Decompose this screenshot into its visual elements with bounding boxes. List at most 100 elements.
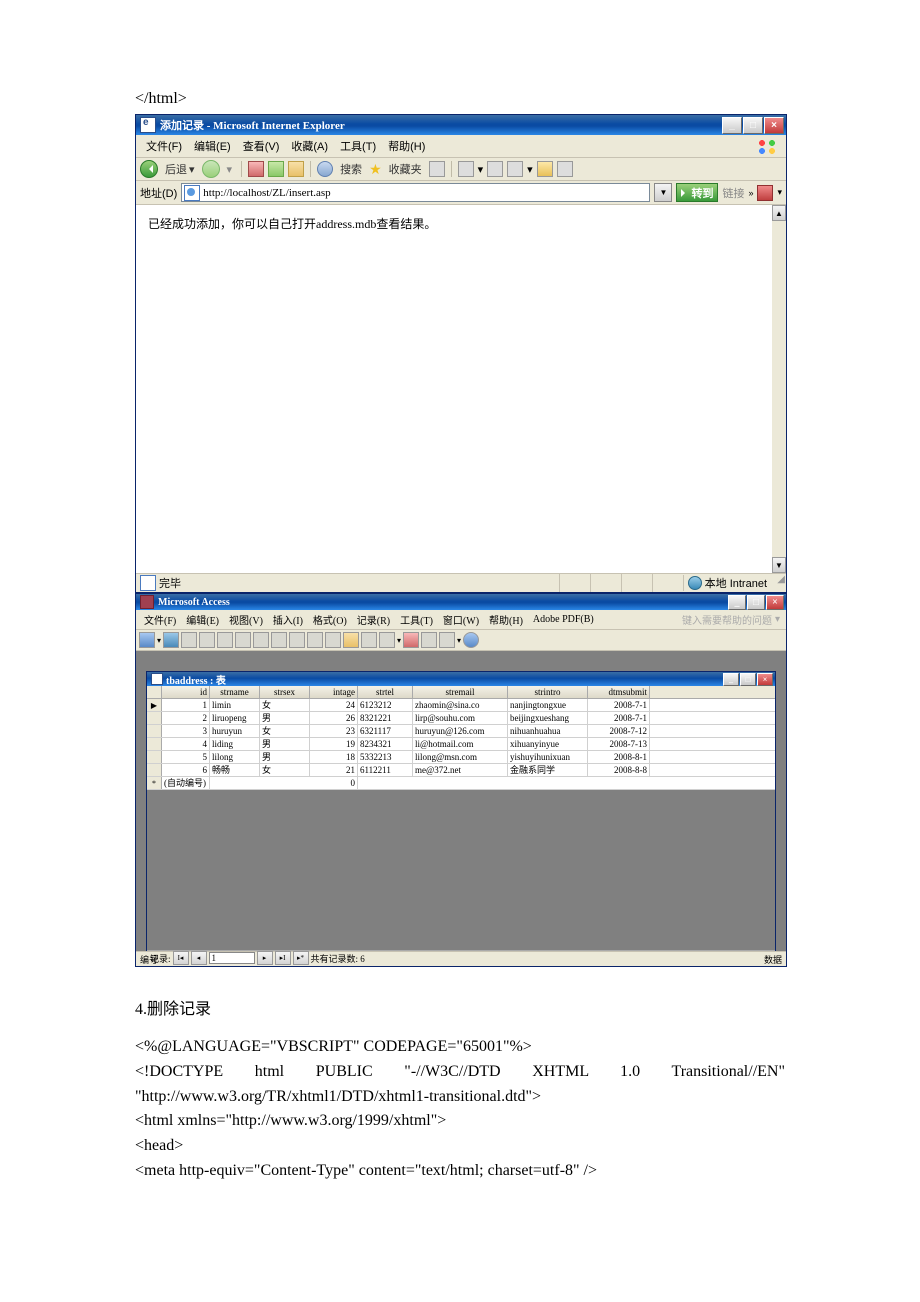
cell-tel[interactable]: 8234321 [358, 738, 413, 750]
table-row[interactable]: 5lilong男185332213lilong@msn.comyishuyihu… [147, 751, 775, 764]
pdf-dropdown-icon[interactable]: ▾ [777, 187, 782, 198]
cell-id[interactable]: 1 [162, 699, 210, 711]
menu-help[interactable]: 帮助(H) [382, 137, 431, 155]
cell-age[interactable]: 23 [310, 725, 358, 737]
row-selector[interactable] [147, 751, 162, 763]
cell-submit[interactable]: 2008-7-13 [588, 738, 650, 750]
print-icon[interactable] [181, 632, 197, 648]
cell-name[interactable]: limin [210, 699, 260, 711]
address-dropdown[interactable]: ▼ [654, 183, 672, 202]
scroll-up-icon[interactable]: ▲ [772, 205, 786, 221]
cell-email[interactable]: me@372.net [413, 764, 508, 776]
col-strtel[interactable]: strtel [358, 686, 413, 698]
row-selector[interactable] [147, 712, 162, 724]
refresh-icon[interactable] [268, 161, 284, 177]
forward-icon[interactable] [202, 160, 220, 178]
home-icon[interactable] [288, 161, 304, 177]
links-label[interactable]: 链接 [722, 185, 744, 201]
ac-menu-file[interactable]: 文件(F) [139, 611, 181, 628]
cell-email[interactable]: lilong@msn.com [413, 751, 508, 763]
ac-menu-adobepdf[interactable]: Adobe PDF(B) [528, 613, 599, 626]
stop-icon[interactable] [248, 161, 264, 177]
menu-favorites[interactable]: 收藏(A) [285, 137, 334, 155]
ac-menu-edit[interactable]: 编辑(E) [181, 611, 224, 628]
selector-header[interactable] [147, 686, 162, 698]
nav-last-icon[interactable]: ▸I [275, 951, 291, 965]
close-button[interactable]: × [764, 117, 784, 134]
links-chevron-icon[interactable]: » [748, 188, 753, 198]
nav-first-icon[interactable]: I◂ [173, 951, 189, 965]
cell-id[interactable]: 6 [162, 764, 210, 776]
new-record-icon[interactable] [403, 632, 419, 648]
close-button[interactable]: × [757, 673, 773, 686]
cell-sex[interactable]: 女 [260, 764, 310, 776]
col-strsex[interactable]: strsex [260, 686, 310, 698]
cell-email[interactable]: li@hotmail.com [413, 738, 508, 750]
cell-id[interactable]: 4 [162, 738, 210, 750]
favorites-button[interactable]: 收藏夹 [386, 160, 425, 178]
menu-tools[interactable]: 工具(T) [334, 137, 382, 155]
cell-submit[interactable]: 2008-7-1 [588, 699, 650, 711]
maximize-button[interactable]: □ [743, 117, 763, 134]
table-row[interactable]: ▶1limin女246123212zhaomin@sina.conanjingt… [147, 699, 775, 712]
ac-menu-format[interactable]: 格式(O) [308, 611, 352, 628]
table-row[interactable]: 4liding男198234321li@hotmail.comxihuanyin… [147, 738, 775, 751]
print-icon[interactable] [487, 161, 503, 177]
save-icon[interactable] [163, 632, 179, 648]
ac-menu-records[interactable]: 记录(R) [352, 611, 395, 628]
sort-desc-icon[interactable] [325, 632, 341, 648]
copy-icon[interactable] [253, 632, 269, 648]
ac-menu-window[interactable]: 窗口(W) [438, 611, 484, 628]
undo-icon[interactable] [289, 632, 305, 648]
cell-tel[interactable]: 6112211 [358, 764, 413, 776]
cell-age[interactable]: 26 [310, 712, 358, 724]
cell-name[interactable]: lilong [210, 751, 260, 763]
close-button[interactable]: × [766, 595, 784, 610]
cell-intro[interactable]: yishuyihunixuan [508, 751, 588, 763]
go-button[interactable]: 转到 [676, 183, 718, 202]
cell-submit[interactable]: 2008-7-12 [588, 725, 650, 737]
table-row[interactable]: 3huruyun女236321117huruyun@126.comnihuanh… [147, 725, 775, 738]
back-button[interactable]: 后退 ▾ [162, 160, 198, 178]
search-button[interactable]: 搜索 [337, 160, 365, 178]
nav-position-input[interactable]: 1 [209, 952, 255, 964]
col-id[interactable]: id [162, 686, 210, 698]
cell-intro[interactable]: xihuanyinyue [508, 738, 588, 750]
cell-submit[interactable]: 2008-8-1 [588, 751, 650, 763]
sort-asc-icon[interactable] [307, 632, 323, 648]
cut-icon[interactable] [235, 632, 251, 648]
nav-prev-icon[interactable]: ◂ [191, 951, 207, 965]
cell-sex[interactable]: 男 [260, 738, 310, 750]
cell-age[interactable]: 24 [310, 699, 358, 711]
table-row[interactable]: 6畅畅女216112211me@372.net金融系同学2008-8-8 [147, 764, 775, 777]
discuss-icon[interactable] [557, 161, 573, 177]
ac-menu-help[interactable]: 帮助(H) [484, 611, 528, 628]
mail-icon[interactable] [458, 161, 474, 177]
cell-email[interactable]: lirp@souhu.com [413, 712, 508, 724]
nav-new-icon[interactable]: ▸* [293, 951, 309, 965]
forward-dropdown[interactable]: ▾ [224, 160, 236, 178]
back-icon[interactable] [140, 160, 158, 178]
cell-tel[interactable]: 6123212 [358, 699, 413, 711]
cell-age[interactable]: 19 [310, 738, 358, 750]
spell-icon[interactable] [217, 632, 233, 648]
paste-icon[interactable] [271, 632, 287, 648]
cell-id[interactable]: 2 [162, 712, 210, 724]
maximize-button[interactable]: □ [740, 673, 756, 686]
cell-id[interactable]: 5 [162, 751, 210, 763]
minimize-button[interactable]: _ [723, 673, 739, 686]
row-selector[interactable] [147, 725, 162, 737]
history-icon[interactable] [429, 161, 445, 177]
address-input[interactable]: http://localhost/ZL/insert.asp [181, 183, 650, 202]
cell-sex[interactable]: 男 [260, 712, 310, 724]
cell-intro[interactable]: beijingxueshang [508, 712, 588, 724]
col-strintro[interactable]: strintro [508, 686, 588, 698]
nav-next-icon[interactable]: ▸ [257, 951, 273, 965]
col-dtmsubmit[interactable]: dtmsubmit [588, 686, 650, 698]
row-selector[interactable] [147, 764, 162, 776]
cell-intro[interactable]: 金融系同学 [508, 764, 588, 776]
col-intage[interactable]: intage [310, 686, 358, 698]
favorites-star-icon[interactable]: ★ [369, 161, 382, 178]
cell-name[interactable]: liding [210, 738, 260, 750]
cell-age[interactable]: 21 [310, 764, 358, 776]
